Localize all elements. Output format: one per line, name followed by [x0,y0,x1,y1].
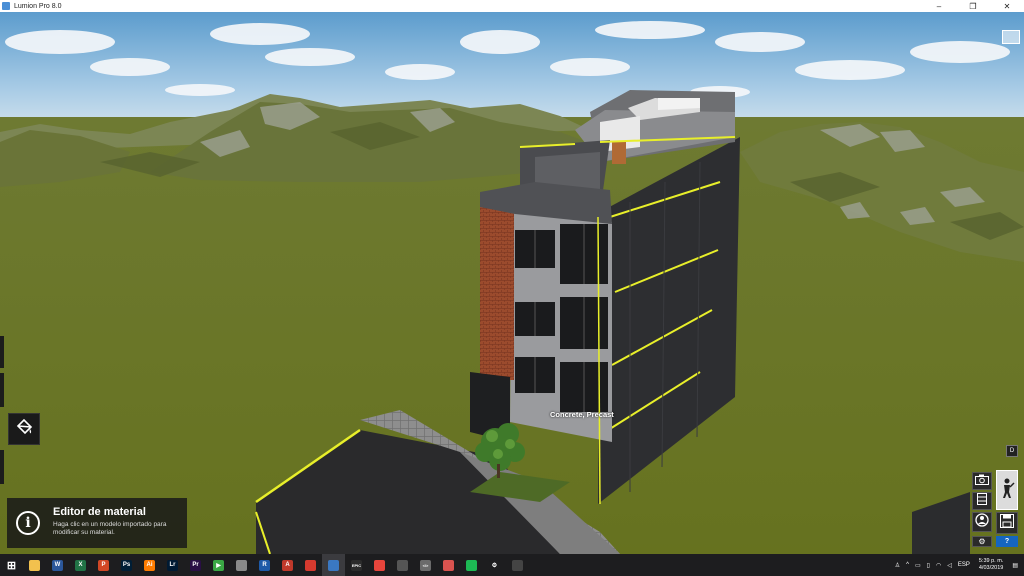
network-icon[interactable]: ▭ [915,562,921,569]
taskbar-app-button[interactable]: Ai [138,554,161,576]
battery-icon[interactable]: ▯ [927,562,930,569]
taskbar-app-button[interactable] [322,554,345,576]
info-icon: i [16,511,40,535]
clock-date: 4/03/2019 [978,565,1004,571]
info-panel-description: Haga clic en un modelo importado para mo… [53,521,167,536]
taskbar-app-button[interactable] [299,554,322,576]
mode-tool-panel: ⚙ ? [970,470,1020,550]
autocad-icon: A [282,559,293,571]
taskbar-app-button[interactable] [368,554,391,576]
taskbar-app-button[interactable]: ▶ [207,554,230,576]
save-button[interactable] [996,512,1018,534]
epic-games-icon: EPIC [351,559,362,571]
word-icon: W [52,559,63,571]
taskbar-app-button[interactable] [230,554,253,576]
taskbar-app-button[interactable]: R [253,554,276,576]
gear-icon: ⚙ [978,537,986,546]
chevron-up-icon[interactable]: ^ [906,562,909,568]
taskbar-app-button[interactable]: ⚙ [483,554,506,576]
revit-icon: R [259,559,270,571]
popcorn-icon [443,559,454,571]
taskbar-apps: ⊞ W X P Ps Ai Lr Pr ▶ R A EPIC </> ⚙ [0,554,529,576]
calculator-icon [512,559,523,571]
excel-icon: X [75,559,86,571]
media-player-icon: ▶ [213,559,224,571]
app-icon-grey [397,559,408,571]
restore-button[interactable]: ❐ [956,0,990,12]
taskbar-app-button[interactable]: P [92,554,115,576]
minimize-button[interactable]: – [922,0,956,12]
help-button[interactable]: ? [996,536,1018,547]
photoshop-icon: Ps [121,559,132,571]
sketchup-icon [305,559,316,571]
system-tray: ♙ ^ ▭ ▯ ◠ ◁ ESP 5:39 p. m. 4/03/2019 ▤ [892,554,1024,576]
360-panorama-button[interactable] [972,512,992,532]
window-controls: – ❐ ✕ [922,0,1024,12]
taskbar-app-button[interactable]: X [69,554,92,576]
taskbar-app-button[interactable]: Lr [161,554,184,576]
printer-icon [236,559,247,571]
lumion-icon [328,559,339,571]
lumion-app-icon [2,2,10,10]
floppy-disk-icon [1000,513,1014,533]
taskbar-app-button[interactable]: Ps [115,554,138,576]
chrome-icon [374,559,385,571]
taskbar-app-button[interactable] [391,554,414,576]
spotify-icon [466,559,477,571]
material-editor-info-panel: i Editor de material Haga clic en un mod… [7,498,187,548]
code-icon: </> [420,559,431,571]
notifications-icon[interactable]: ▤ [1012,562,1018,569]
taskbar-app-button[interactable] [23,554,46,576]
lightroom-icon: Lr [167,559,178,571]
view-toggle-box[interactable] [1002,30,1020,44]
panorama-icon [975,512,989,532]
volume-icon[interactable]: ◁ [947,562,952,569]
clock[interactable]: 5:39 p. m. 4/03/2019 [979,558,1003,572]
film-strip-icon [976,492,988,510]
left-edge-tab-1[interactable] [0,336,4,368]
people-icon[interactable]: ♙ [895,562,900,569]
taskbar-app-button[interactable]: </> [414,554,437,576]
material-paint-button[interactable] [8,413,40,445]
settings-button[interactable]: ⚙ [972,536,992,547]
powerpoint-icon: P [98,559,109,571]
clock-time: 5:39 p. m. [978,558,1004,564]
premiere-icon: Pr [190,559,201,571]
file-explorer-icon [29,559,40,571]
taskbar-app-button[interactable]: EPIC [345,554,368,576]
settings-icon: ⚙ [489,559,500,571]
left-edge-tab-3[interactable] [0,450,4,484]
builder-figure-icon [999,477,1015,504]
photo-mode-button[interactable] [972,472,992,490]
taskbar-app-button[interactable]: W [46,554,69,576]
taskbar-app-button[interactable]: Pr [184,554,207,576]
movie-mode-button[interactable] [972,492,992,510]
scene-viewport[interactable] [0,12,1024,554]
taskbar-app-button[interactable] [460,554,483,576]
window-title: Lumion Pro 8.0 [14,2,62,10]
paint-bucket-icon [14,417,34,442]
language-indicator[interactable]: ESP [958,562,970,568]
title-bar: Lumion Pro 8.0 – ❐ ✕ [0,0,1024,12]
left-edge-tab-2[interactable] [0,373,4,407]
taskbar-app-button[interactable]: A [276,554,299,576]
scene-render [0,12,1024,554]
taskbar-app-button[interactable] [437,554,460,576]
side-toggle-button[interactable]: D [1006,445,1018,457]
windows-taskbar: ⊞ W X P Ps Ai Lr Pr ▶ R A EPIC </> ⚙ ♙ ^ ▭ ▯ ◠ ◁ ESP … [0,554,1024,576]
illustrator-icon: Ai [144,559,155,571]
wifi-icon[interactable]: ◠ [936,562,941,569]
taskbar-app-button[interactable]: ⊞ [0,554,23,576]
build-mode-button[interactable] [996,470,1018,510]
close-button[interactable]: ✕ [990,0,1024,12]
info-panel-title: Editor de material [53,506,146,518]
taskbar-app-button[interactable] [506,554,529,576]
material-hover-label: Concrete, Precast [550,410,614,419]
camera-icon [975,472,989,490]
windows-start-icon: ⊞ [4,559,19,572]
